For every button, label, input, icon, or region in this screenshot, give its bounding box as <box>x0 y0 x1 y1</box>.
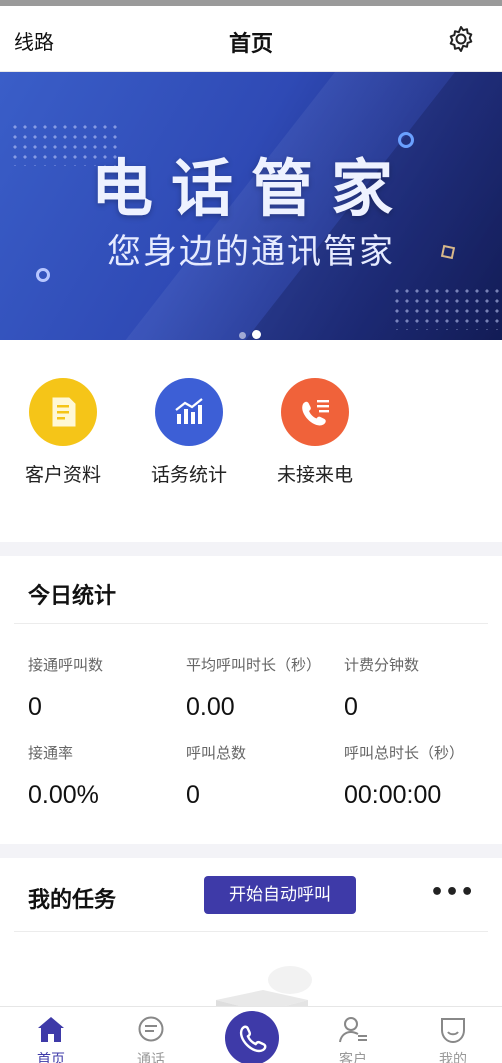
stat-total-call-duration: 呼叫总时长（秒） 00:00:00 <box>344 742 464 810</box>
stat-value: 00:00:00 <box>344 781 442 809</box>
more-icon[interactable]: ••• <box>430 880 475 905</box>
stat-avg-call-duration: 平均呼叫时长（秒） 0.00 <box>186 654 321 722</box>
start-auto-call-button[interactable]: 开始自动呼叫 <box>204 876 356 914</box>
stat-label: 接通呼叫数 <box>28 656 104 674</box>
quick-action-customer-info[interactable]: 客户资料 <box>8 378 118 487</box>
tab-profile[interactable]: 我的 <box>413 1015 493 1063</box>
pager-dot-active[interactable] <box>252 330 261 339</box>
quick-actions: 客户资料 话务统计 未接来电 <box>0 340 502 542</box>
quick-action-label: 客户资料 <box>24 464 101 486</box>
stats-title: 今日统计 <box>28 584 117 609</box>
tab-label: 首页 <box>37 1052 65 1063</box>
stat-label: 接通率 <box>28 744 74 762</box>
profile-icon <box>441 1018 465 1044</box>
home-icon <box>38 1017 64 1042</box>
bar-chart-icon <box>155 378 223 446</box>
stat-label: 呼叫总时长（秒） <box>344 744 465 762</box>
stat-value: 0 <box>344 693 358 721</box>
stat-value: 0 <box>28 693 42 721</box>
phone-list-icon <box>281 378 349 446</box>
promo-banner[interactable]: 电话管家 您身边的通讯管家 <box>0 72 502 340</box>
section-separator <box>0 844 502 858</box>
tab-label: 客户 <box>339 1052 367 1063</box>
stat-label: 平均呼叫时长（秒） <box>186 656 322 674</box>
stat-connected-calls: 接通呼叫数 0 <box>28 654 103 722</box>
tab-calls[interactable]: 通话 <box>111 1015 191 1063</box>
tab-customers[interactable]: 客户 <box>313 1015 393 1063</box>
stat-billed-minutes: 计费分钟数 0 <box>344 654 419 722</box>
stat-connect-rate: 接通率 0.00% <box>28 742 99 810</box>
divider <box>14 623 488 624</box>
chat-icon <box>138 1016 164 1042</box>
quick-action-call-stats[interactable]: 话务统计 <box>134 378 244 487</box>
banner-headline: 电话管家 <box>90 152 411 225</box>
page-title: 首页 <box>228 32 273 57</box>
quick-action-label: 未接来电 <box>276 464 353 486</box>
app-header: 线路 首页 <box>0 6 502 72</box>
banner-pager <box>239 324 267 340</box>
stat-value: 0.00% <box>28 781 99 809</box>
banner-dots <box>392 286 502 330</box>
stat-value: 0.00 <box>186 693 235 721</box>
divider <box>14 931 488 932</box>
phone-icon <box>239 1025 267 1053</box>
tab-label: 通话 <box>137 1052 165 1063</box>
quick-action-missed-calls[interactable]: 未接来电 <box>260 378 370 487</box>
tab-label: 我的 <box>439 1052 467 1063</box>
quick-action-label: 话务统计 <box>150 464 227 486</box>
banner-subtitle: 您身边的通讯管家 <box>107 232 395 272</box>
stat-label: 计费分钟数 <box>344 656 420 674</box>
tasks-title: 我的任务 <box>28 888 117 913</box>
stat-value: 0 <box>186 781 200 809</box>
my-tasks-card: 我的任务 开始自动呼叫 ••• <box>0 858 502 1006</box>
document-icon <box>29 378 97 446</box>
contacts-icon <box>339 1017 367 1043</box>
stat-total-calls: 呼叫总数 0 <box>186 742 246 810</box>
tab-home[interactable]: 首页 <box>11 1015 91 1063</box>
section-separator <box>0 542 502 556</box>
stat-label: 呼叫总数 <box>186 744 247 762</box>
gear-icon[interactable] <box>446 24 476 54</box>
today-stats-card: 今日统计 接通呼叫数 0 平均呼叫时长（秒） 0.00 计费分钟数 0 接通率 … <box>0 556 502 844</box>
empty-state-illustration <box>216 966 312 1006</box>
center-call-button[interactable] <box>225 1011 279 1063</box>
pager-dot[interactable] <box>239 332 246 339</box>
